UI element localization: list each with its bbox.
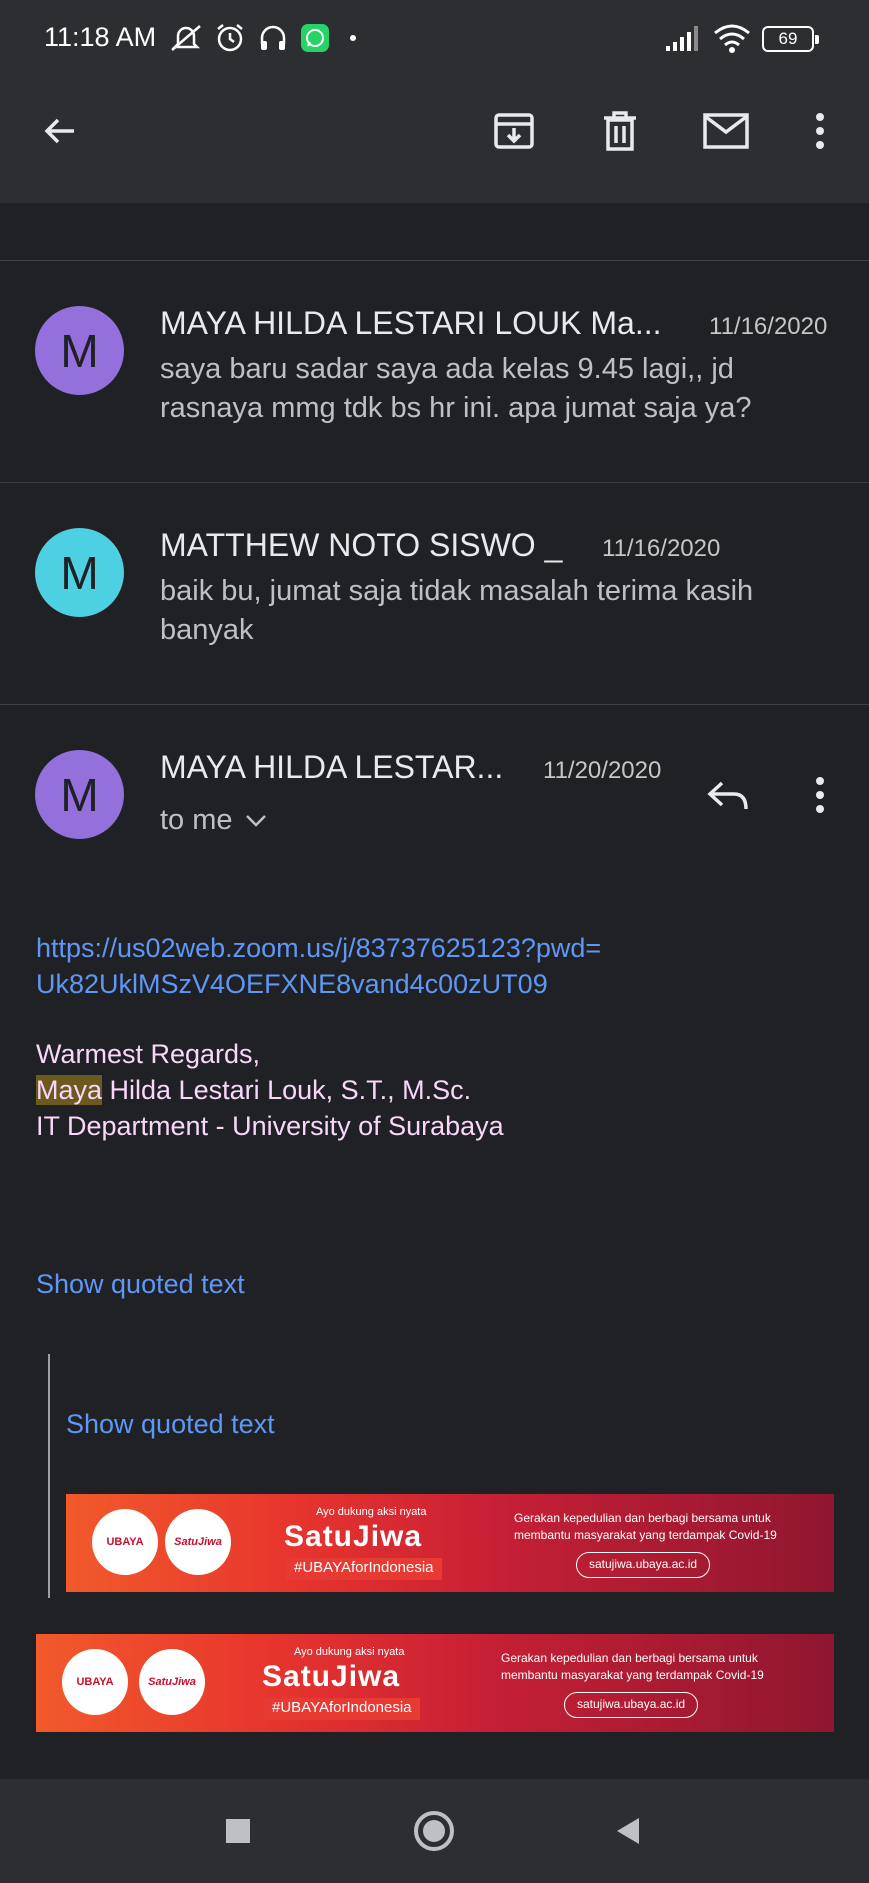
banner-url: satujiwa.ubaya.ac.id — [576, 1552, 711, 1578]
show-quoted-text-link[interactable]: Show quoted text — [36, 1266, 245, 1302]
delete-icon[interactable] — [592, 103, 648, 159]
banner-desc-1: Gerakan kepedulian dan berbagi bersama u… — [501, 1651, 758, 1665]
search-highlight: Maya — [36, 1075, 103, 1105]
zoom-link-line1: https://us02web.zoom.us/j/83737625123?pw… — [36, 933, 602, 963]
signal-icon — [664, 22, 704, 54]
satujiwa-banner[interactable]: UBAYA SatuJiwa Ayo dukung aksi nyata Sat… — [36, 1634, 834, 1732]
status-time: 11:18 AM — [44, 22, 157, 52]
satujiwa-logo: SatuJiwa — [139, 1649, 205, 1715]
message-date: 11/16/2020 — [709, 313, 828, 340]
chevron-down-icon — [245, 814, 266, 827]
ubaya-logo: UBAYA — [62, 1649, 128, 1715]
satujiwa-logo: SatuJiwa — [165, 1509, 231, 1575]
message-snippet: saya baru sadar saya ada kelas 9.45 lagi… — [160, 353, 752, 424]
signature-name-rest: Hilda Lestari Louk, S.T., M.Sc. — [102, 1075, 472, 1105]
banner-small-text: Ayo dukung aksi nyata — [294, 1646, 405, 1658]
more-vert-icon[interactable] — [802, 770, 838, 820]
battery-icon: 69 — [762, 26, 819, 52]
divider — [0, 260, 869, 261]
avatar: M — [35, 306, 124, 395]
greeting: Warmest Regards, — [36, 1039, 261, 1069]
recents-square-icon[interactable] — [216, 1809, 260, 1853]
sender-name: MAYA HILDA LESTAR... — [160, 749, 504, 785]
recipient-toggle[interactable]: to me — [160, 804, 267, 837]
ubaya-logo: UBAYA — [92, 1509, 158, 1575]
banner-title: SatuJiwa — [284, 1520, 423, 1553]
back-arrow-icon[interactable] — [32, 103, 88, 159]
divider — [0, 704, 869, 705]
satujiwa-banner[interactable]: UBAYA SatuJiwa Ayo dukung aksi nyata Sat… — [66, 1494, 834, 1592]
status-bar: 11:18 AM 69 — [0, 0, 869, 78]
mail-icon[interactable] — [698, 103, 754, 159]
show-quoted-text-link[interactable]: Show quoted text — [66, 1406, 275, 1442]
sender-name: MAYA HILDA LESTARI LOUK Ma... — [160, 305, 662, 341]
avatar: M — [35, 528, 124, 617]
banner-hashtag: #UBAYAforIndonesia — [286, 1558, 442, 1580]
sender-name: MATTHEW NOTO SISWO _ — [160, 527, 563, 563]
banner-hashtag: #UBAYAforIndonesia — [264, 1698, 420, 1720]
dot-icon — [348, 22, 358, 54]
archive-icon[interactable] — [486, 103, 542, 159]
banner-small-text: Ayo dukung aksi nyata — [316, 1506, 427, 1518]
headphones-icon — [257, 22, 289, 54]
whatsapp-icon — [300, 22, 330, 54]
banner-desc-2: membantu masyarakat yang terdampak Covid… — [514, 1528, 777, 1542]
back-triangle-icon[interactable] — [606, 1809, 650, 1853]
home-circle-icon[interactable] — [412, 1809, 456, 1853]
banner-desc-2: membantu masyarakat yang terdampak Covid… — [501, 1668, 764, 1682]
message-date: 11/16/2020 — [602, 535, 721, 562]
more-vert-icon[interactable] — [792, 103, 848, 159]
app-bar — [0, 85, 869, 175]
banner-url: satujiwa.ubaya.ac.id — [564, 1692, 699, 1718]
signature-department: IT Department - University of Surabaya — [36, 1111, 504, 1141]
banner-desc-1: Gerakan kepedulian dan berbagi bersama u… — [514, 1511, 771, 1525]
quote-bar — [48, 1354, 50, 1598]
zoom-link[interactable]: https://us02web.zoom.us/j/83737625123?pw… — [36, 930, 601, 1002]
signature-name: Maya Hilda Lestari Louk, S.T., M.Sc. — [36, 1072, 471, 1108]
message-date: 11/20/2020 — [543, 757, 662, 784]
mute-icon — [168, 22, 204, 54]
message-snippet: baik bu, jumat saja tidak masalah terima… — [160, 575, 754, 646]
top-bar: 11:18 AM 69 — [0, 0, 869, 203]
avatar[interactable]: M — [35, 750, 124, 839]
system-nav-bar — [0, 1779, 869, 1883]
zoom-link-line2: Uk82UklMSzV4OEFXNE8vand4c00zUT09 — [36, 969, 548, 999]
divider — [0, 482, 869, 483]
banner-title: SatuJiwa — [262, 1660, 401, 1693]
recipient-label: to me — [160, 804, 233, 836]
wifi-icon — [712, 22, 752, 54]
reply-icon[interactable] — [700, 770, 756, 820]
alarm-icon — [214, 22, 246, 54]
